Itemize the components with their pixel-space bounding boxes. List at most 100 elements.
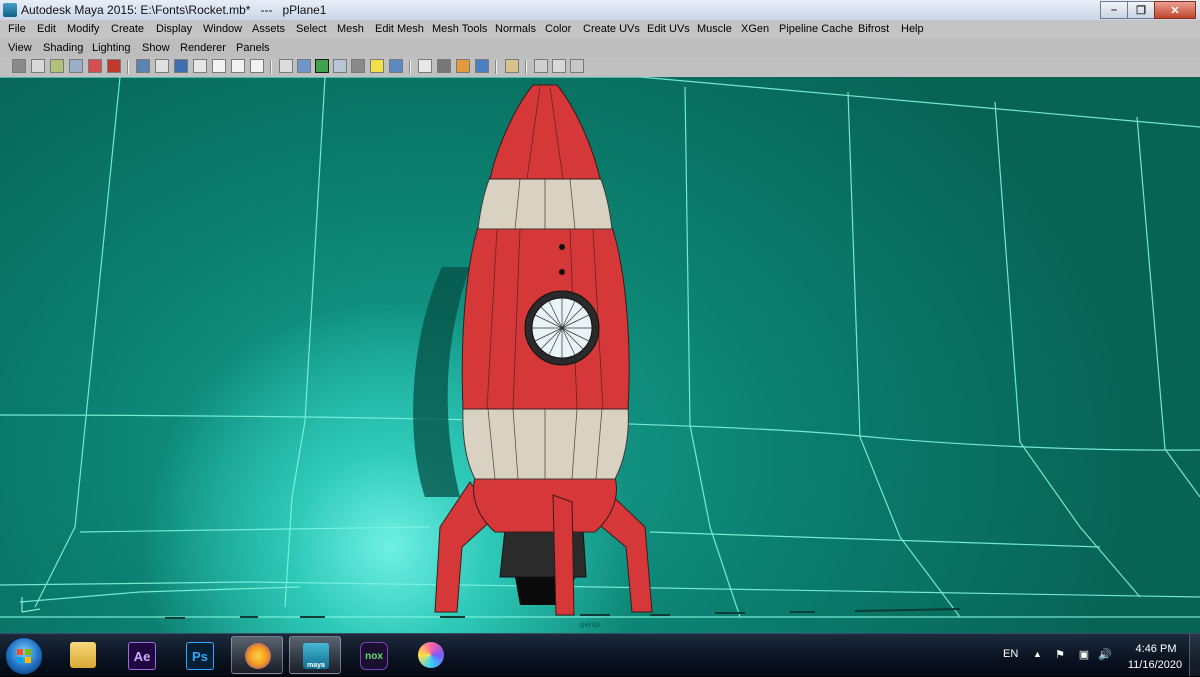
menu-mesh[interactable]: Mesh bbox=[337, 23, 364, 35]
menu-normals[interactable]: Normals bbox=[495, 23, 536, 35]
volume-icon[interactable]: 🔊 bbox=[1098, 648, 1112, 661]
rocket-porthole-spokes bbox=[532, 298, 592, 358]
panel-toolbar bbox=[0, 57, 1200, 78]
bookmark-icon[interactable] bbox=[31, 59, 45, 73]
grid-line bbox=[994, 101, 1141, 598]
menu-pipeline-cache[interactable]: Pipeline Cache bbox=[779, 23, 853, 35]
safe-action-icon[interactable] bbox=[212, 59, 226, 73]
action-center-flag-icon[interactable]: ⚑ bbox=[1053, 648, 1067, 661]
taskbar-nox-player[interactable]: nox bbox=[347, 636, 399, 674]
start-button[interactable] bbox=[5, 637, 43, 675]
tray-language[interactable]: EN bbox=[1003, 648, 1018, 660]
multisample-aa-icon[interactable] bbox=[456, 59, 470, 73]
grease-pencil-icon[interactable] bbox=[88, 59, 102, 73]
depth-of-field-icon[interactable] bbox=[475, 59, 489, 73]
menu-edit[interactable]: Edit bbox=[37, 23, 56, 35]
perspective-viewport[interactable]: persp bbox=[0, 77, 1200, 633]
taskbar-photoshop[interactable]: Ps bbox=[173, 636, 225, 674]
camera-attributes-icon[interactable] bbox=[12, 59, 26, 73]
safe-title-icon[interactable] bbox=[231, 59, 245, 73]
grid-line bbox=[19, 586, 301, 603]
close-button[interactable]: ✕ bbox=[1154, 1, 1196, 19]
menu-select[interactable]: Select bbox=[296, 23, 327, 35]
taskbar-after-effects[interactable]: Ae bbox=[115, 636, 167, 674]
minimize-button[interactable]: – bbox=[1100, 1, 1128, 19]
xray-components-icon[interactable] bbox=[570, 59, 584, 73]
window-title: Autodesk Maya 2015: E:\Fonts\Rocket.mb* … bbox=[21, 3, 327, 17]
tray-expand-icon[interactable]: ▲ bbox=[1033, 649, 1042, 659]
grid-line bbox=[847, 91, 961, 618]
resolution-gate-icon[interactable] bbox=[155, 59, 169, 73]
field-chart-icon[interactable] bbox=[193, 59, 207, 73]
taskbar-maya[interactable]: maya bbox=[289, 636, 341, 674]
panel-menu-view[interactable]: View bbox=[8, 42, 32, 54]
menu-create[interactable]: Create bbox=[111, 23, 144, 35]
menu-file[interactable]: File bbox=[8, 23, 26, 35]
menu-create-uvs[interactable]: Create UVs bbox=[583, 23, 640, 35]
toolbar-separator bbox=[495, 60, 497, 74]
nox-icon: nox bbox=[360, 642, 388, 670]
rocket-fin-front bbox=[552, 494, 575, 616]
menu-modify[interactable]: Modify bbox=[67, 23, 99, 35]
film-gate-icon[interactable] bbox=[136, 59, 150, 73]
menu-edit-mesh[interactable]: Edit Mesh bbox=[375, 23, 424, 35]
use-all-lights-icon[interactable] bbox=[370, 59, 384, 73]
toolbar-separator bbox=[127, 60, 129, 74]
screen-space-ao-icon[interactable] bbox=[418, 59, 432, 73]
rocket-body-lower bbox=[473, 476, 617, 533]
smooth-shade-icon[interactable] bbox=[297, 59, 311, 73]
menu-color[interactable]: Color bbox=[545, 23, 571, 35]
motion-blur-icon[interactable] bbox=[437, 59, 451, 73]
panel-menu-show[interactable]: Show bbox=[142, 42, 170, 54]
menu-bifrost[interactable]: Bifrost bbox=[858, 23, 889, 35]
menu-assets[interactable]: Assets bbox=[252, 23, 285, 35]
toolbar-separator bbox=[270, 60, 272, 74]
after-effects-icon: Ae bbox=[128, 642, 156, 670]
panel-menu-shading[interactable]: Shading bbox=[43, 42, 83, 54]
grid-icon[interactable] bbox=[107, 59, 121, 73]
menu-display[interactable]: Display bbox=[156, 23, 192, 35]
show-desktop-button[interactable] bbox=[1189, 634, 1200, 676]
taskbar-vpn-app[interactable] bbox=[231, 636, 283, 674]
smooth-textured-icon[interactable] bbox=[333, 59, 347, 73]
grid-line bbox=[0, 581, 1200, 598]
panel-menubar: View Shading Lighting Show Renderer Pane… bbox=[0, 39, 1200, 57]
checker-icon[interactable] bbox=[351, 59, 365, 73]
clock-date[interactable]: 11/16/2020 bbox=[1120, 659, 1190, 671]
main-menubar: File Edit Modify Create Display Window A… bbox=[0, 20, 1200, 39]
menu-muscle[interactable]: Muscle bbox=[697, 23, 732, 35]
isolate-select-icon[interactable] bbox=[505, 59, 519, 73]
panel-menu-lighting[interactable]: Lighting bbox=[92, 42, 131, 54]
grid-line bbox=[284, 77, 326, 608]
taskbar-file-explorer[interactable] bbox=[57, 636, 109, 674]
camera-label: persp bbox=[580, 620, 601, 629]
menu-mesh-tools[interactable]: Mesh Tools bbox=[432, 23, 487, 35]
textured-text-icon[interactable] bbox=[250, 59, 264, 73]
menu-xgen[interactable]: XGen bbox=[741, 23, 769, 35]
maximize-button[interactable]: ❐ bbox=[1127, 1, 1155, 19]
toolbar-separator bbox=[525, 60, 527, 74]
network-icon[interactable]: ▣ bbox=[1077, 648, 1091, 661]
menu-edit-uvs[interactable]: Edit UVs bbox=[647, 23, 690, 35]
menu-window[interactable]: Window bbox=[203, 23, 242, 35]
panel-menu-renderer[interactable]: Renderer bbox=[180, 42, 226, 54]
2d-pan-zoom-icon[interactable] bbox=[69, 59, 83, 73]
axis-gizmo bbox=[21, 597, 41, 613]
image-plane-icon[interactable] bbox=[50, 59, 64, 73]
wireframe-icon[interactable] bbox=[279, 59, 293, 73]
viewport-scene bbox=[0, 77, 1200, 619]
maya-icon-label: maya bbox=[307, 662, 325, 669]
shadows-icon[interactable] bbox=[389, 59, 403, 73]
panel-menu-panels[interactable]: Panels bbox=[236, 42, 270, 54]
wireframe-on-shaded-icon[interactable] bbox=[315, 59, 329, 73]
close-icon: ✕ bbox=[1170, 4, 1180, 17]
gate-mask-icon[interactable] bbox=[174, 59, 188, 73]
menu-help[interactable]: Help bbox=[901, 23, 924, 35]
rocket-rivet bbox=[559, 244, 565, 250]
clock-time[interactable]: 4:46 PM bbox=[1126, 643, 1186, 655]
folder-icon bbox=[70, 642, 96, 668]
xray-joints-icon[interactable] bbox=[552, 59, 566, 73]
taskbar-paint-app[interactable] bbox=[405, 636, 457, 674]
xray-icon[interactable] bbox=[534, 59, 548, 73]
grid-line bbox=[0, 77, 1200, 128]
